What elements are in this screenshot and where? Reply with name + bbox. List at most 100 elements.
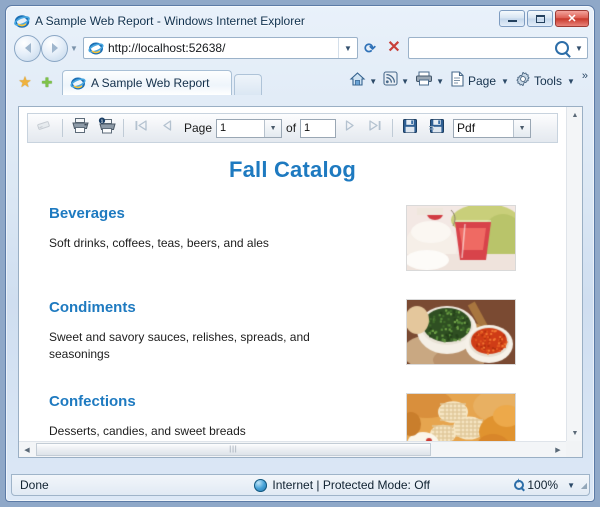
home-icon [349,71,366,92]
window-controls: ✕ [499,10,589,27]
category-section: Beverages Soft drinks, coffees, teas, be… [29,205,556,277]
category-image-confections [406,393,516,441]
page-number-value[interactable]: 1 [217,122,264,134]
feeds-chevron-down-icon[interactable]: ▼ [401,77,409,86]
export-format-combo[interactable]: Pdf ▼ [453,119,531,138]
page-number-combo[interactable]: 1 ▼ [216,119,282,138]
url-history-chevron-down-icon[interactable]: ▼ [338,38,357,58]
category-image-condiments [406,299,516,365]
vertical-scrollbar[interactable]: ▲ ▼ [566,107,582,441]
page-menu-button[interactable]: Page [448,70,500,92]
toolbar-separator [392,119,393,137]
maximize-icon [536,15,545,23]
next-page-button[interactable] [336,116,362,140]
total-pages-value: 1 [300,119,336,138]
forward-button[interactable] [41,35,68,62]
horizontal-scroll-track[interactable] [432,442,550,458]
window-title: A Sample Web Report - Windows Internet E… [35,14,305,28]
print-layout-button[interactable]: 1 [93,116,119,140]
home-chevron-down-icon[interactable]: ▼ [369,77,377,86]
star-plus-icon: ✚ [42,76,53,89]
print-button[interactable] [413,70,435,92]
page-chevron-down-icon[interactable]: ▼ [501,77,509,86]
first-page-icon [134,119,148,137]
favorites-center-button[interactable]: ★ [14,69,36,95]
scroll-right-button[interactable]: ▶ [550,442,566,458]
report-viewer-toolbar: 1 [27,113,558,143]
feeds-button[interactable] [381,70,400,92]
category-name: Condiments [49,299,406,316]
tools-chevron-down-icon[interactable]: ▼ [567,77,575,86]
tools-menu-button[interactable]: Tools [513,70,566,92]
page-number-chevron-down-icon[interactable]: ▼ [264,120,281,137]
url-bar[interactable]: http://localhost:52638/ ▼ [83,37,358,59]
status-bar: Done Internet | Protected Mode: Off 100%… [11,474,590,496]
refresh-button[interactable]: ⟳ [358,37,382,59]
recent-pages-chevron-down-icon[interactable]: ▼ [68,38,80,58]
export-disk-icon [428,118,445,139]
save-disk-icon [402,118,418,139]
close-button[interactable]: ✕ [555,10,589,27]
scroll-grip-icon: ||| [229,446,237,453]
url-text[interactable]: http://localhost:52638/ [108,41,338,55]
stop-button[interactable]: ✕ [382,37,406,59]
refresh-icon: ⟳ [364,41,376,55]
resize-grip-icon[interactable]: ◢ [575,482,587,494]
home-button[interactable] [347,70,368,92]
browser-window: A Sample Web Report - Windows Internet E… [5,5,595,502]
page-viewport: 1 [18,106,583,458]
search-box[interactable]: ▼ [408,37,588,59]
tab-bar: ★ ✚ A Sample Web Report [6,64,594,95]
page-label: Page [184,121,212,135]
tools-menu-label: Tools [534,74,562,88]
next-page-icon [343,119,356,137]
tab-a-sample-web-report[interactable]: A Sample Web Report [62,70,232,95]
command-bar-overflow-icon[interactable]: » [582,70,588,82]
zoom-level: 100% [527,478,558,492]
first-page-button[interactable] [128,116,154,140]
security-zone-text: Internet | Protected Mode: Off [272,478,430,492]
minimize-button[interactable] [499,10,525,27]
maximize-button[interactable] [527,10,553,27]
report-title: Fall Catalog [29,157,556,183]
category-name: Confections [49,393,406,410]
gear-icon [515,71,531,92]
previous-page-icon [161,119,174,137]
scroll-left-button[interactable]: ◀ [19,442,35,458]
tab-label: A Sample Web Report [91,76,210,90]
search-provider-chevron-down-icon[interactable]: ▼ [571,44,587,53]
save-button[interactable] [397,116,423,140]
page-favicon-icon [88,40,104,56]
export-format-chevron-down-icon[interactable]: ▼ [513,120,530,137]
category-description: Sweet and savory sauces, relishes, sprea… [49,329,339,363]
search-icon[interactable] [555,41,569,55]
security-zone[interactable]: Internet | Protected Mode: Off [170,478,514,492]
new-tab-button[interactable] [234,74,262,95]
scroll-up-button[interactable]: ▲ [567,107,583,123]
horizontal-scroll-thumb[interactable]: ||| [36,443,431,456]
printer-icon [415,71,433,91]
rss-icon [383,71,398,91]
category-section: Confections Desserts, candies, and sweet… [29,393,556,441]
previous-page-button[interactable] [154,116,180,140]
print-report-button[interactable] [67,116,93,140]
category-description: Desserts, candies, and sweet breads [49,423,339,440]
command-bar: ▼ ▼ [347,70,588,95]
zoom-chevron-down-icon[interactable]: ▼ [567,481,575,490]
scroll-down-button[interactable]: ▼ [567,425,583,441]
tab-favicon-icon [70,75,86,91]
back-button[interactable] [14,35,41,62]
minimize-icon [508,20,517,22]
export-button[interactable] [423,116,449,140]
find-icon [36,118,54,138]
back-arrow-icon [25,43,31,53]
report-body: Fall Catalog Beverages Soft drinks, coff… [19,143,566,441]
globe-icon [254,479,267,492]
address-bar: ▼ http://localhost:52638/ ▼ ⟳ ✕ ▼ [6,32,594,64]
horizontal-scrollbar[interactable]: ◀ ||| ▶ [19,441,566,457]
export-format-value[interactable]: Pdf [454,121,513,135]
find-button[interactable] [32,116,58,140]
print-chevron-down-icon[interactable]: ▼ [436,77,444,86]
add-to-favorites-button[interactable]: ✚ [36,69,58,95]
last-page-button[interactable] [362,116,388,140]
